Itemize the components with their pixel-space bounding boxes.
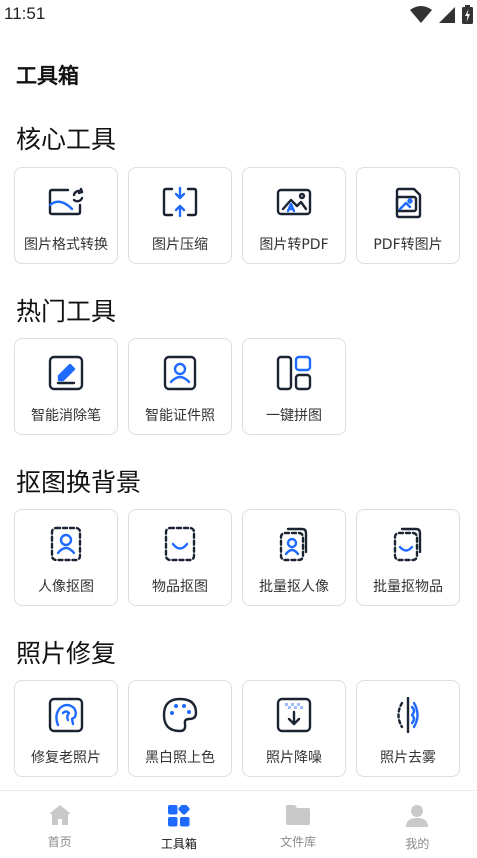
tool-batch-object-cutout[interactable]: 批量抠物品 (356, 509, 460, 606)
tool-label: 黑白照上色 (145, 750, 215, 766)
image-to-pdf-icon (276, 184, 312, 220)
cutout-grid: 人像抠图 物品抠图 批量抠人像 批量抠物品 (14, 509, 460, 606)
status-icons (410, 5, 473, 24)
status-bar: 11:51 (0, 0, 477, 30)
tool-label: 批量抠物品 (373, 579, 443, 595)
page-title: 工具箱 (16, 64, 79, 88)
tab-label: 文件库 (280, 835, 317, 849)
home-icon (48, 805, 71, 825)
status-time: 11:51 (4, 4, 46, 23)
toolbox-icon (167, 805, 190, 827)
tool-label: 照片去雾 (380, 750, 436, 766)
image-convert-icon (48, 184, 84, 220)
tool-label: 物品抠图 (152, 579, 208, 595)
tab-file-library[interactable]: 文件库 (239, 791, 358, 858)
tool-object-cutout[interactable]: 物品抠图 (128, 509, 232, 606)
tool-smart-eraser[interactable]: 智能消除笔 (14, 338, 118, 435)
section-title-cutout-background: 抠图换背景 (16, 468, 142, 497)
tool-pdf-to-image[interactable]: PDF转图片 (356, 167, 460, 264)
batch-portrait-icon (276, 526, 312, 562)
image-compress-icon (162, 184, 198, 220)
tool-label: 人像抠图 (38, 579, 94, 595)
tool-label: 图片格式转换 (24, 237, 108, 253)
tool-label: 图片转PDF (259, 237, 329, 253)
photo-restore-grid: 修复老照片 黑白照上色 照片降噪 照片去雾 (14, 680, 460, 777)
tool-label: 照片降噪 (266, 750, 322, 766)
section-title-hot-tools: 热门工具 (16, 297, 117, 326)
tool-portrait-cutout[interactable]: 人像抠图 (14, 509, 118, 606)
tool-photo-denoise[interactable]: 照片降噪 (242, 680, 346, 777)
tool-image-to-pdf[interactable]: 图片转PDF (242, 167, 346, 264)
tool-one-click-collage[interactable]: 一键拼图 (242, 338, 346, 435)
bottom-tab-bar: 首页 工具箱 文件库 我的 (0, 790, 477, 858)
hot-tools-grid: 智能消除笔 智能证件照 一键拼图 (14, 338, 346, 435)
battery-icon (462, 5, 473, 24)
core-tools-grid: 图片格式转换 图片压缩 图片转PDF PDF转图片 (14, 167, 460, 264)
tool-label: 一键拼图 (266, 408, 322, 424)
tab-toolbox[interactable]: 工具箱 (119, 791, 238, 858)
signal-icon (439, 6, 455, 23)
folder-icon (286, 805, 311, 825)
id-photo-icon (162, 355, 198, 391)
tab-home[interactable]: 首页 (0, 791, 119, 858)
dehaze-icon (390, 697, 426, 733)
pdf-to-image-icon (390, 184, 426, 220)
denoise-icon (276, 697, 312, 733)
tool-label: 智能消除笔 (31, 408, 101, 424)
wifi-icon (410, 5, 432, 23)
tool-batch-portrait-cutout[interactable]: 批量抠人像 (242, 509, 346, 606)
tool-photo-dehaze[interactable]: 照片去雾 (356, 680, 460, 777)
tab-label: 首页 (47, 835, 72, 849)
tab-mine[interactable]: 我的 (358, 791, 477, 858)
batch-object-icon (390, 526, 426, 562)
object-cutout-icon (162, 526, 198, 562)
tool-label: PDF转图片 (373, 237, 443, 253)
tool-colorize-bw-photo[interactable]: 黑白照上色 (128, 680, 232, 777)
tool-image-format-convert[interactable]: 图片格式转换 (14, 167, 118, 264)
tool-restore-old-photo[interactable]: 修复老照片 (14, 680, 118, 777)
section-title-core-tools: 核心工具 (16, 125, 117, 154)
collage-icon (276, 355, 312, 391)
eraser-pen-icon (48, 355, 84, 391)
palette-icon (162, 697, 198, 733)
tab-label: 我的 (405, 837, 430, 851)
portrait-cutout-icon (48, 526, 84, 562)
tool-label: 修复老照片 (31, 750, 101, 766)
user-icon (406, 805, 429, 827)
tab-label: 工具箱 (160, 837, 197, 851)
section-title-photo-restore: 照片修复 (16, 639, 117, 668)
restore-photo-icon (48, 697, 84, 733)
tool-label: 图片压缩 (152, 237, 208, 253)
tool-label: 批量抠人像 (259, 579, 329, 595)
tool-image-compress[interactable]: 图片压缩 (128, 167, 232, 264)
tool-label: 智能证件照 (145, 408, 215, 424)
tool-smart-id-photo[interactable]: 智能证件照 (128, 338, 232, 435)
